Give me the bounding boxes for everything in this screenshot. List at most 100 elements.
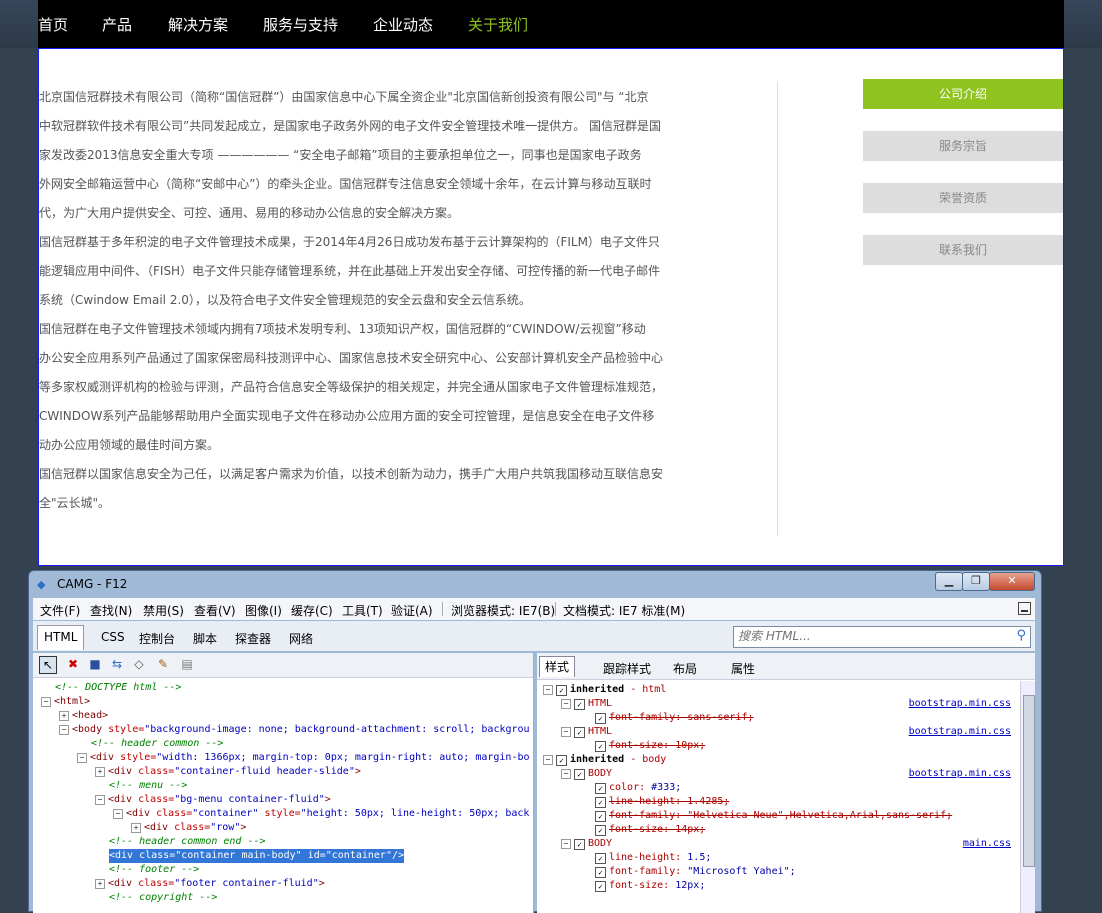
menu-validate[interactable]: 验证(A) <box>391 602 433 619</box>
rule-selector[interactable]: − ✓ BODY bootstrap.min.css <box>561 767 1017 781</box>
tree-row[interactable]: − <body style="background-image: none; ba… <box>59 723 530 737</box>
tree-row[interactable]: − <div class="bg-menu container-fluid"> <box>95 793 331 807</box>
tree-row[interactable]: <!-- copyright --> <box>109 891 217 905</box>
checkbox-icon[interactable]: ✓ <box>595 713 606 724</box>
menu-find[interactable]: 查找(N) <box>90 602 132 619</box>
maximize-button[interactable]: ❐ <box>962 572 990 591</box>
tree-row[interactable]: − <html> <box>41 695 90 709</box>
collapse-icon[interactable]: − <box>561 769 571 779</box>
select-element-icon[interactable]: ↖ <box>39 656 57 674</box>
menu-images[interactable]: 图像(I) <box>245 602 282 619</box>
rule-selector[interactable]: − ✓ BODY main.css <box>561 837 1017 851</box>
minimize-button[interactable]: ▁ <box>935 572 963 591</box>
rule-selector[interactable]: − ✓ HTML bootstrap.min.css <box>561 725 1017 739</box>
nav-products[interactable]: 产品 <box>102 14 132 35</box>
tree-row[interactable]: − <div style="width: 1366px; margin-top: … <box>77 751 530 765</box>
rule-property[interactable]: ✓ color: #333; <box>595 781 681 795</box>
nav-home[interactable]: 首页 <box>38 14 68 35</box>
tree-row[interactable]: + <head> <box>59 709 108 723</box>
rule-property[interactable]: ✓ font-family: sans-serif; <box>595 711 754 725</box>
scrollbar-thumb[interactable] <box>1023 695 1035 867</box>
checkbox-icon[interactable]: ✓ <box>595 811 606 822</box>
close-button[interactable]: ✕ <box>989 572 1035 591</box>
collapse-icon[interactable]: − <box>543 755 553 765</box>
checkbox-icon[interactable]: ✓ <box>556 755 567 766</box>
checkbox-icon[interactable]: ✓ <box>595 797 606 808</box>
checkbox-icon[interactable]: ✓ <box>595 853 606 864</box>
menu-view[interactable]: 查看(V) <box>194 602 236 619</box>
rule-property[interactable]: ✓ font-size: 10px; <box>595 739 705 753</box>
minimize-pane-icon[interactable] <box>1018 602 1031 615</box>
save-icon[interactable]: ■ <box>87 656 103 672</box>
tab-styles[interactable]: 样式 <box>539 656 576 677</box>
tree-row[interactable]: + <div class="container-fluid header-slid… <box>95 765 361 779</box>
tab-trace-styles[interactable]: 跟踪样式 <box>603 660 651 677</box>
menu-cache[interactable]: 缓存(C) <box>291 602 333 619</box>
tab-html[interactable]: HTML <box>37 625 85 650</box>
collapse-icon[interactable]: − <box>77 753 87 763</box>
rule-property[interactable]: ✓ font-family: "Helvetica Neue",Helvetica… <box>595 809 952 823</box>
collapse-icon[interactable]: − <box>561 727 571 737</box>
expand-icon[interactable]: + <box>95 767 105 777</box>
menu-disable[interactable]: 禁用(S) <box>143 602 184 619</box>
nav-service-support[interactable]: 服务与支持 <box>263 14 338 35</box>
tab-console[interactable]: 控制台 <box>139 630 175 647</box>
tab-attributes[interactable]: 属性 <box>731 660 755 677</box>
collapse-icon[interactable]: − <box>561 839 571 849</box>
tree-row[interactable]: + <div class="footer container-fluid"> <box>95 877 325 891</box>
checkbox-icon[interactable]: ✓ <box>556 685 567 696</box>
tab-network[interactable]: 网络 <box>289 630 313 647</box>
stylesheet-link[interactable]: bootstrap.min.css <box>909 697 1011 711</box>
refresh-icon[interactable]: ⇆ <box>109 656 125 672</box>
checkbox-icon[interactable]: ✓ <box>574 727 585 738</box>
edit-icon[interactable]: ✎ <box>155 656 171 672</box>
menu-document-mode[interactable]: 文档模式: IE7 标准(M) <box>563 602 685 619</box>
nav-solutions[interactable]: 解决方案 <box>168 14 228 35</box>
stylesheet-link[interactable]: bootstrap.min.css <box>909 767 1011 781</box>
menu-file[interactable]: 文件(F) <box>40 602 80 619</box>
rule-property[interactable]: ✓ line-height: 1.5; <box>595 851 711 865</box>
tab-css[interactable]: CSS <box>101 630 125 644</box>
tree-row[interactable]: <!-- header common --> <box>91 737 223 751</box>
side-menu-service-purpose[interactable]: 服务宗旨 <box>863 131 1063 161</box>
tree-row[interactable]: <!-- menu --> <box>109 779 187 793</box>
rule-property[interactable]: ✓ font-family: "Microsoft Yahei"; <box>595 865 796 879</box>
checkbox-icon[interactable]: ✓ <box>595 825 606 836</box>
side-menu-contact-us[interactable]: 联系我们 <box>863 235 1063 265</box>
stylesheet-link[interactable]: bootstrap.min.css <box>909 725 1011 739</box>
side-menu-company-intro[interactable]: 公司介绍 <box>863 79 1063 109</box>
expand-icon[interactable]: + <box>131 823 141 833</box>
styles-scrollbar[interactable] <box>1020 681 1035 913</box>
collapse-icon[interactable]: − <box>59 725 69 735</box>
stylesheet-link[interactable]: main.css <box>963 837 1011 851</box>
collapse-icon[interactable]: − <box>41 697 51 707</box>
collapse-icon[interactable]: − <box>113 809 123 819</box>
checkbox-icon[interactable]: ✓ <box>574 699 585 710</box>
collapse-icon[interactable]: − <box>543 685 553 695</box>
rule-property[interactable]: ✓ font-size: 14px; <box>595 823 705 837</box>
menu-browser-mode[interactable]: 浏览器模式: IE7(B) <box>451 602 555 619</box>
tab-profiler[interactable]: 探查器 <box>235 630 271 647</box>
tree-row[interactable]: <!-- footer --> <box>109 863 199 877</box>
collapse-icon[interactable]: − <box>95 795 105 805</box>
expand-icon[interactable]: + <box>95 879 105 889</box>
checkbox-icon[interactable]: ✓ <box>574 769 585 780</box>
checkbox-icon[interactable]: ✓ <box>595 741 606 752</box>
tree-row[interactable]: <!-- DOCTYPE html --> <box>55 681 181 695</box>
dom-element-icon[interactable]: ◇ <box>131 656 147 672</box>
expand-icon[interactable]: + <box>59 711 69 721</box>
rule-property[interactable]: ✓ line-height: 1.4285; <box>595 795 729 809</box>
search-icon[interactable]: ⚲ <box>1016 628 1026 643</box>
collapse-icon[interactable]: − <box>561 699 571 709</box>
checkbox-icon[interactable]: ✓ <box>574 839 585 850</box>
nav-about-us[interactable]: 关于我们 <box>468 14 528 35</box>
tree-row-selected[interactable]: <div class="container main-body" id="con… <box>109 849 405 863</box>
side-menu-honors[interactable]: 荣誉资质 <box>863 183 1063 213</box>
rule-group[interactable]: − ✓ inherited - html <box>543 683 666 697</box>
menu-tools[interactable]: 工具(T) <box>342 602 383 619</box>
nav-news[interactable]: 企业动态 <box>373 14 433 35</box>
tree-row[interactable]: + <div class="row"> <box>131 821 246 835</box>
rule-group[interactable]: − ✓ inherited - body <box>543 753 666 767</box>
tree-row[interactable]: − <div class="container" style="height: 5… <box>113 807 529 821</box>
tree-row[interactable]: <!-- header common end --> <box>109 835 266 849</box>
